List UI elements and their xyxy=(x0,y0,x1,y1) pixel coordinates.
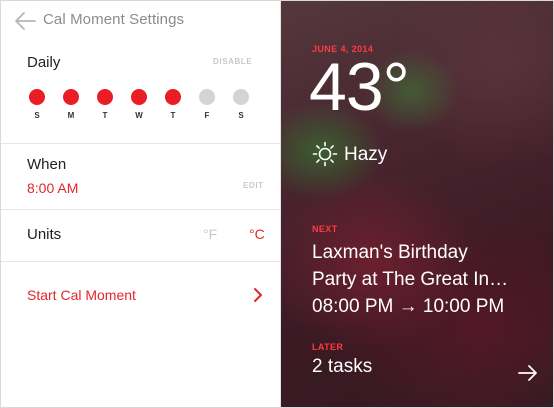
next-label: NEXT xyxy=(312,224,338,234)
fahrenheit-option[interactable]: °F xyxy=(203,226,217,242)
chevron-right-icon[interactable] xyxy=(252,287,264,303)
units-label: Units xyxy=(27,226,62,243)
day-dot xyxy=(131,89,147,105)
day-toggle-sunday[interactable]: S xyxy=(27,89,47,120)
next-event[interactable]: Laxman's Birthday Party at The Great In…… xyxy=(312,239,537,320)
back-arrow-icon[interactable] xyxy=(13,10,37,32)
divider xyxy=(1,209,281,210)
time-value[interactable]: 8:00 AM xyxy=(27,180,78,196)
arrow-right-icon[interactable] xyxy=(517,363,539,383)
temperature: 43° xyxy=(309,49,410,125)
day-letter: T xyxy=(102,111,108,120)
day-letter: M xyxy=(67,111,75,120)
day-letter: S xyxy=(34,111,40,120)
tasks-count[interactable]: 2 tasks xyxy=(312,356,372,378)
day-letter: S xyxy=(238,111,244,120)
day-toggle-saturday[interactable]: S xyxy=(231,89,251,120)
event-title-line-1: Laxman's Birthday xyxy=(312,242,468,263)
day-toggle-wednesday[interactable]: W xyxy=(129,89,149,120)
edit-button[interactable]: EDIT xyxy=(243,181,264,190)
day-toggle-tuesday[interactable]: T xyxy=(95,89,115,120)
daily-label: Daily xyxy=(27,54,61,71)
event-time: 08:00 PM → 10:00 PM xyxy=(312,296,505,317)
disable-button[interactable]: DISABLE xyxy=(213,57,252,66)
day-letter: T xyxy=(170,111,176,120)
start-cal-moment-button[interactable]: Start Cal Moment xyxy=(27,287,136,303)
day-toggle-monday[interactable]: M xyxy=(61,89,81,120)
moment-card: JUNE 4, 2014 43° Hazy NEXT Laxman's Birt… xyxy=(281,1,553,407)
day-dot xyxy=(63,89,79,105)
later-label: LATER xyxy=(312,342,344,352)
page-title: Cal Moment Settings xyxy=(43,11,185,28)
app-window: Cal Moment Settings Daily DISABLE S M T … xyxy=(0,0,554,408)
day-toggle-thursday[interactable]: T xyxy=(163,89,183,120)
settings-panel: Cal Moment Settings Daily DISABLE S M T … xyxy=(1,1,281,407)
settings-header: Cal Moment Settings xyxy=(1,1,281,41)
day-dot xyxy=(97,89,113,105)
day-letter: F xyxy=(204,111,210,120)
event-title-line-2: Party at The Great In… xyxy=(312,269,509,290)
divider xyxy=(1,143,281,144)
day-dot xyxy=(29,89,45,105)
day-selector: S M T W T F S xyxy=(27,89,257,123)
day-dot xyxy=(165,89,181,105)
when-label: When xyxy=(27,156,67,173)
day-toggle-friday[interactable]: F xyxy=(197,89,217,120)
day-dot xyxy=(199,89,215,105)
condition-text: Hazy xyxy=(344,144,388,165)
celsius-option[interactable]: °C xyxy=(249,226,265,242)
sun-icon xyxy=(312,141,338,167)
day-dot xyxy=(233,89,249,105)
day-letter: W xyxy=(135,111,143,120)
divider xyxy=(1,261,281,262)
